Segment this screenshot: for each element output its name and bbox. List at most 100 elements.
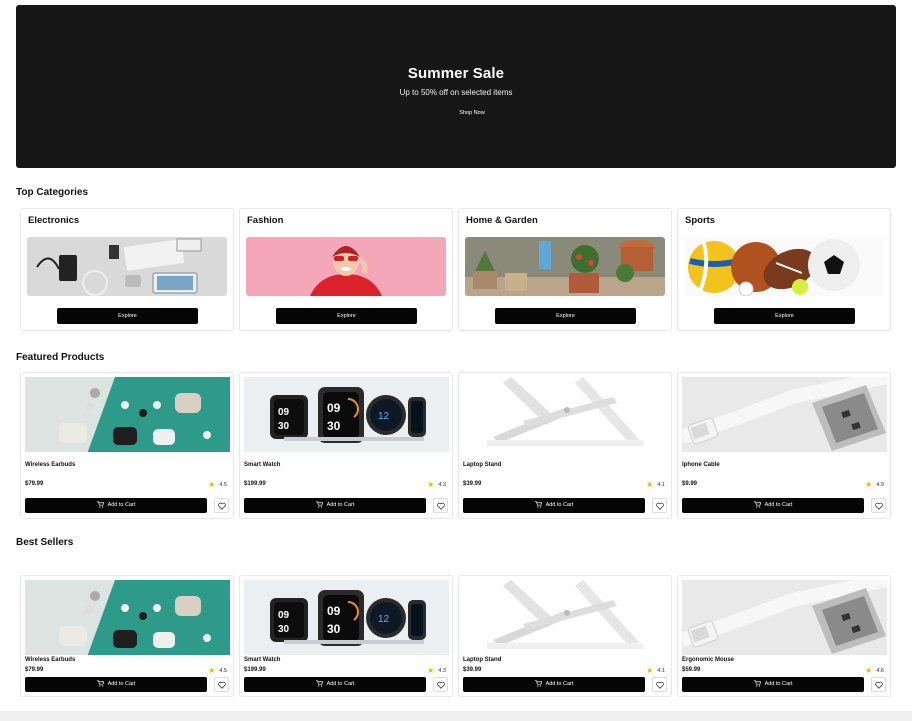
product-image-earbuds (25, 377, 230, 452)
add-to-cart-button[interactable]: Add to Cart (244, 498, 426, 513)
add-to-cart-label: Add to Cart (764, 681, 793, 687)
category-card-fashion[interactable]: Fashion Explore (239, 208, 453, 331)
product-rating: ★ 4.1 (646, 480, 665, 489)
heart-icon (875, 502, 883, 510)
product-rating: ★ 4.3 (427, 480, 446, 489)
product-rating: ★ 4.9 (865, 480, 884, 489)
category-card-home-garden[interactable]: Home & Garden Explore (458, 208, 672, 331)
rating-value: 4.9 (876, 482, 884, 488)
explore-button[interactable]: Explore (714, 308, 855, 324)
product-name: Smart Watch (244, 657, 281, 663)
wishlist-button[interactable] (433, 498, 448, 513)
star-icon: ★ (427, 480, 435, 489)
category-image-electronics (27, 237, 227, 296)
cart-icon (753, 501, 761, 508)
star-icon: ★ (646, 480, 654, 489)
heart-icon (656, 681, 664, 689)
product-price: $79.99 (25, 481, 44, 487)
rating-value: 4.3 (438, 668, 446, 674)
add-to-cart-label: Add to Cart (545, 681, 574, 687)
section-title-featured: Featured Products (16, 352, 105, 363)
product-name: Ergonomic Mouse (682, 657, 735, 663)
product-image-earbuds (25, 580, 230, 655)
star-icon: ★ (865, 666, 873, 675)
add-to-cart-button[interactable]: Add to Cart (463, 677, 645, 692)
product-card-featured-1[interactable]: Wireless Earbuds $79.99 ★ 4.5 Add to Cart (20, 372, 234, 519)
svg-text:09: 09 (327, 604, 341, 618)
section-title-bestsellers: Best Sellers (16, 537, 74, 548)
add-to-cart-label: Add to Cart (107, 681, 136, 687)
add-to-cart-button[interactable]: Add to Cart (244, 677, 426, 692)
hero-subtitle: Up to 50% off on selected items (399, 88, 513, 97)
product-card-featured-2[interactable]: 09 30 09 30 12 Smart Watch $199.99 ★ 4.3 … (239, 372, 453, 519)
product-card-featured-4[interactable]: Iphone Cable $9.99 ★ 4.9 Add to Cart (677, 372, 891, 519)
svg-text:12: 12 (378, 411, 390, 422)
product-image-iphone-cable (682, 377, 887, 452)
rating-value: 4.1 (657, 482, 665, 488)
product-price: $199.99 (244, 481, 266, 487)
product-price: $59.99 (682, 667, 701, 673)
svg-text:30: 30 (278, 624, 290, 635)
shop-now-button[interactable]: Shop Now (450, 106, 494, 120)
product-rating: ★ 4.6 (865, 666, 884, 675)
heart-icon (218, 681, 226, 689)
product-image-cable (682, 580, 887, 655)
add-to-cart-button[interactable]: Add to Cart (463, 498, 645, 513)
product-rating: ★ 4.5 (208, 480, 227, 489)
cart-icon (96, 501, 104, 508)
product-name: Smart Watch (244, 462, 281, 468)
product-name: Wireless Earbuds (25, 657, 76, 663)
product-price: $199.99 (244, 667, 266, 673)
svg-text:09: 09 (278, 610, 290, 621)
add-to-cart-label: Add to Cart (326, 502, 355, 508)
star-icon: ★ (646, 666, 654, 675)
product-image-laptop-stand (463, 580, 668, 655)
category-image-fashion (246, 237, 446, 296)
explore-button[interactable]: Explore (57, 308, 198, 324)
add-to-cart-button[interactable]: Add to Cart (25, 498, 207, 513)
wishlist-button[interactable] (214, 498, 229, 513)
section-title-categories: Top Categories (16, 187, 89, 198)
add-to-cart-label: Add to Cart (764, 502, 793, 508)
rating-value: 4.5 (219, 668, 227, 674)
category-image-home-garden (465, 237, 665, 296)
product-image-laptop-stand (463, 377, 668, 452)
product-rating: ★ 4.1 (646, 666, 665, 675)
explore-button[interactable]: Explore (495, 308, 636, 324)
category-image-sports (684, 237, 884, 296)
product-card-bestseller-1[interactable]: Wireless Earbuds $79.99 ★ 4.5 Add to Cart (20, 575, 234, 697)
rating-value: 4.6 (876, 668, 884, 674)
cart-icon (315, 501, 323, 508)
cart-icon (96, 680, 104, 687)
wishlist-button[interactable] (871, 498, 886, 513)
wishlist-button[interactable] (871, 677, 886, 692)
star-icon: ★ (208, 480, 216, 489)
add-to-cart-button[interactable]: Add to Cart (682, 677, 864, 692)
product-card-featured-3[interactable]: Laptop Stand $39.99 ★ 4.1 Add to Cart (458, 372, 672, 519)
cart-icon (315, 680, 323, 687)
explore-button[interactable]: Explore (276, 308, 417, 324)
wishlist-button[interactable] (433, 677, 448, 692)
category-name: Sports (685, 215, 716, 226)
svg-text:30: 30 (327, 419, 341, 433)
wishlist-button[interactable] (214, 677, 229, 692)
add-to-cart-button[interactable]: Add to Cart (25, 677, 207, 692)
heart-icon (437, 681, 445, 689)
product-image-smart-watch: 09 30 09 30 12 (244, 377, 449, 452)
product-price: $79.99 (25, 667, 44, 673)
wishlist-button[interactable] (652, 498, 667, 513)
heart-icon (875, 681, 883, 689)
add-to-cart-button[interactable]: Add to Cart (682, 498, 864, 513)
product-card-bestseller-2[interactable]: 09 30 09 30 12 Smart Watch $199.99 ★ 4.3 … (239, 575, 453, 697)
wishlist-button[interactable] (652, 677, 667, 692)
svg-text:12: 12 (378, 614, 390, 625)
category-card-electronics[interactable]: Electronics Explore (20, 208, 234, 331)
category-card-sports[interactable]: Sports Explore (677, 208, 891, 331)
add-to-cart-label: Add to Cart (107, 502, 136, 508)
product-card-bestseller-3[interactable]: Laptop Stand $39.99 ★ 4.1 Add to Cart (458, 575, 672, 697)
product-name: Laptop Stand (463, 462, 502, 468)
product-card-bestseller-4[interactable]: Ergonomic Mouse $59.99 ★ 4.6 Add to Cart (677, 575, 891, 697)
category-name: Fashion (247, 215, 284, 226)
page: Summer Sale Up to 50% off on selected it… (0, 0, 912, 711)
heart-icon (218, 502, 226, 510)
